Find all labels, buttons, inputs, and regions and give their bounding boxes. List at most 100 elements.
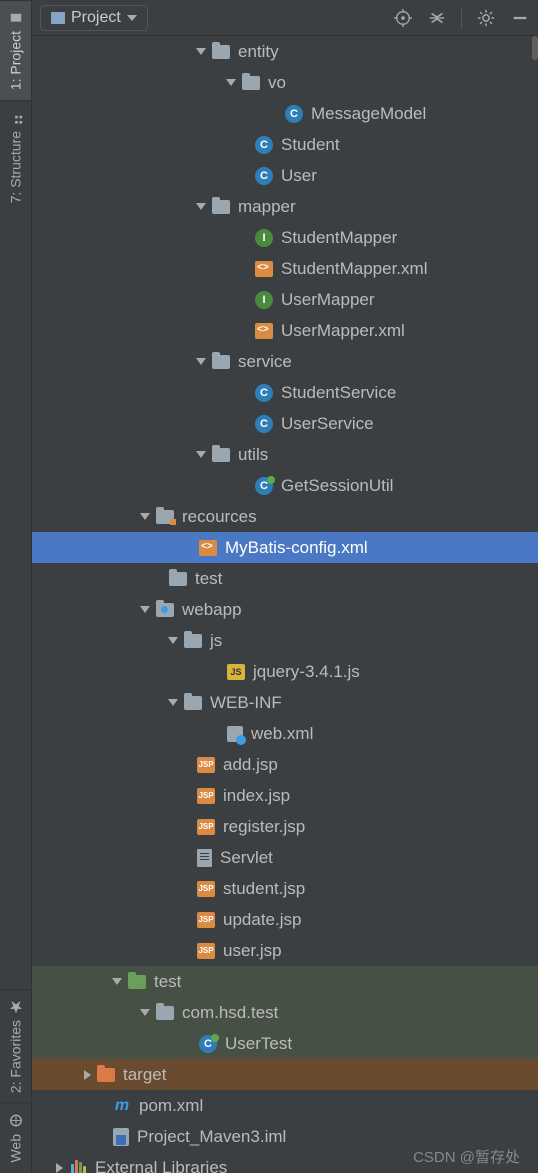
folder-icon [242,76,260,90]
tree-jsp-register[interactable]: register.jsp [32,811,538,842]
jsp-icon [197,819,215,835]
side-tab-favorites[interactable]: 2: Favorites [0,989,31,1103]
folder-icon [212,45,230,59]
side-tab-project[interactable]: 1: Project [0,0,31,100]
tree-js-jquery[interactable]: jquery-3.4.1.js [32,656,538,687]
class-icon: C [255,384,273,402]
project-icon [51,12,65,24]
tree-jsp-update[interactable]: update.jsp [32,904,538,935]
test-folder-icon [128,975,146,989]
tree-file-pomxml[interactable]: pom.xml [32,1090,538,1121]
chevron-down-icon [140,513,150,520]
tree-folder-js[interactable]: js [32,625,538,656]
tree-folder-recources[interactable]: recources [32,501,538,532]
minimize-icon[interactable] [510,8,530,28]
web-icon [9,1114,23,1128]
chevron-down-icon [140,1009,150,1016]
watermark: CSDN @暂存处 [413,1146,520,1167]
xml-icon [199,540,217,556]
file-icon [197,849,212,867]
tree-xml-studentmapper[interactable]: StudentMapper.xml [32,253,538,284]
tree-class-user[interactable]: CUser [32,160,538,191]
tree-folder-webapp[interactable]: webapp [32,594,538,625]
folder-icon [184,696,202,710]
gear-icon[interactable] [476,8,496,28]
tree-folder-entity[interactable]: entity [32,36,538,67]
class-run-icon: C [255,477,273,495]
project-view-selector[interactable]: Project [40,5,148,31]
tree-class-studentservice[interactable]: CStudentService [32,377,538,408]
tree-jsp-user[interactable]: user.jsp [32,935,538,966]
collapse-icon[interactable] [427,8,447,28]
class-icon: C [285,105,303,123]
side-tab-web[interactable]: Web [0,1103,31,1173]
tree-folder-test-src[interactable]: test [32,966,538,997]
tree-class-student[interactable]: CStudent [32,129,538,160]
webxml-icon [227,726,243,742]
folder-icon [212,200,230,214]
chevron-down-icon [112,978,122,985]
tree-xml-usermapper[interactable]: UserMapper.xml [32,315,538,346]
resources-folder-icon [156,510,174,524]
project-tree: entity vo CMessageModel CStudent CUser m… [32,36,538,1173]
tree-folder-test[interactable]: test [32,563,538,594]
tree-jsp-student[interactable]: student.jsp [32,873,538,904]
tree-jsp-index[interactable]: index.jsp [32,780,538,811]
tree-package-comhsdtest[interactable]: com.hsd.test [32,997,538,1028]
tree-file-servlet[interactable]: Servlet [32,842,538,873]
jsp-icon [197,881,215,897]
tree-folder-service[interactable]: service [32,346,538,377]
tree-xml-mybatisconfig[interactable]: MyBatis-config.xml [32,532,538,563]
tree-folder-utils[interactable]: utils [32,439,538,470]
tree-xml-webxml[interactable]: web.xml [32,718,538,749]
interface-icon: I [255,291,273,309]
module-icon [113,1128,129,1146]
js-icon [227,664,245,680]
top-bar: Project [32,0,538,36]
scrollbar[interactable] [532,36,538,60]
chevron-down-icon [196,358,206,365]
chevron-down-icon [196,451,206,458]
tree-class-usertest[interactable]: CUserTest [32,1028,538,1059]
package-icon [156,1006,174,1020]
side-tab-structure[interactable]: 7: Structure [0,100,31,213]
tree-folder-webinf[interactable]: WEB-INF [32,687,538,718]
xml-icon [255,323,273,339]
chevron-right-icon [56,1163,63,1173]
class-icon: C [255,167,273,185]
tree-class-getsessionutil[interactable]: CGetSessionUtil [32,470,538,501]
tree-interface-studentmapper[interactable]: IStudentMapper [32,222,538,253]
tree-jsp-add[interactable]: add.jsp [32,749,538,780]
jsp-icon [197,943,215,959]
jsp-icon [197,788,215,804]
folder-icon [169,572,187,586]
tree-interface-usermapper[interactable]: IUserMapper [32,284,538,315]
chevron-down-icon [168,637,178,644]
chevron-down-icon [196,203,206,210]
chevron-down-icon [196,48,206,55]
webapp-folder-icon [156,603,174,617]
left-sidebar: 1: Project 7: Structure 2: Favorites Web [0,0,32,1173]
excluded-folder-icon [97,1068,115,1082]
xml-icon [255,261,273,277]
tree-folder-target[interactable]: target [32,1059,538,1090]
maven-icon [113,1097,131,1115]
tree-class-messagemodel[interactable]: CMessageModel [32,98,538,129]
folder-icon [212,448,230,462]
tree-class-userservice[interactable]: CUserService [32,408,538,439]
jsp-icon [197,912,215,928]
class-icon: C [255,415,273,433]
jsp-icon [197,757,215,773]
star-icon [9,1000,23,1014]
chevron-down-icon [168,699,178,706]
target-icon[interactable] [393,8,413,28]
tree-folder-mapper[interactable]: mapper [32,191,538,222]
divider [461,7,462,29]
chevron-down-icon [127,15,137,21]
folder-icon [184,634,202,648]
project-tab-icon [9,11,23,25]
folder-icon [212,355,230,369]
chevron-right-icon [84,1070,91,1080]
tree-folder-vo[interactable]: vo [32,67,538,98]
libraries-icon [69,1160,87,1173]
